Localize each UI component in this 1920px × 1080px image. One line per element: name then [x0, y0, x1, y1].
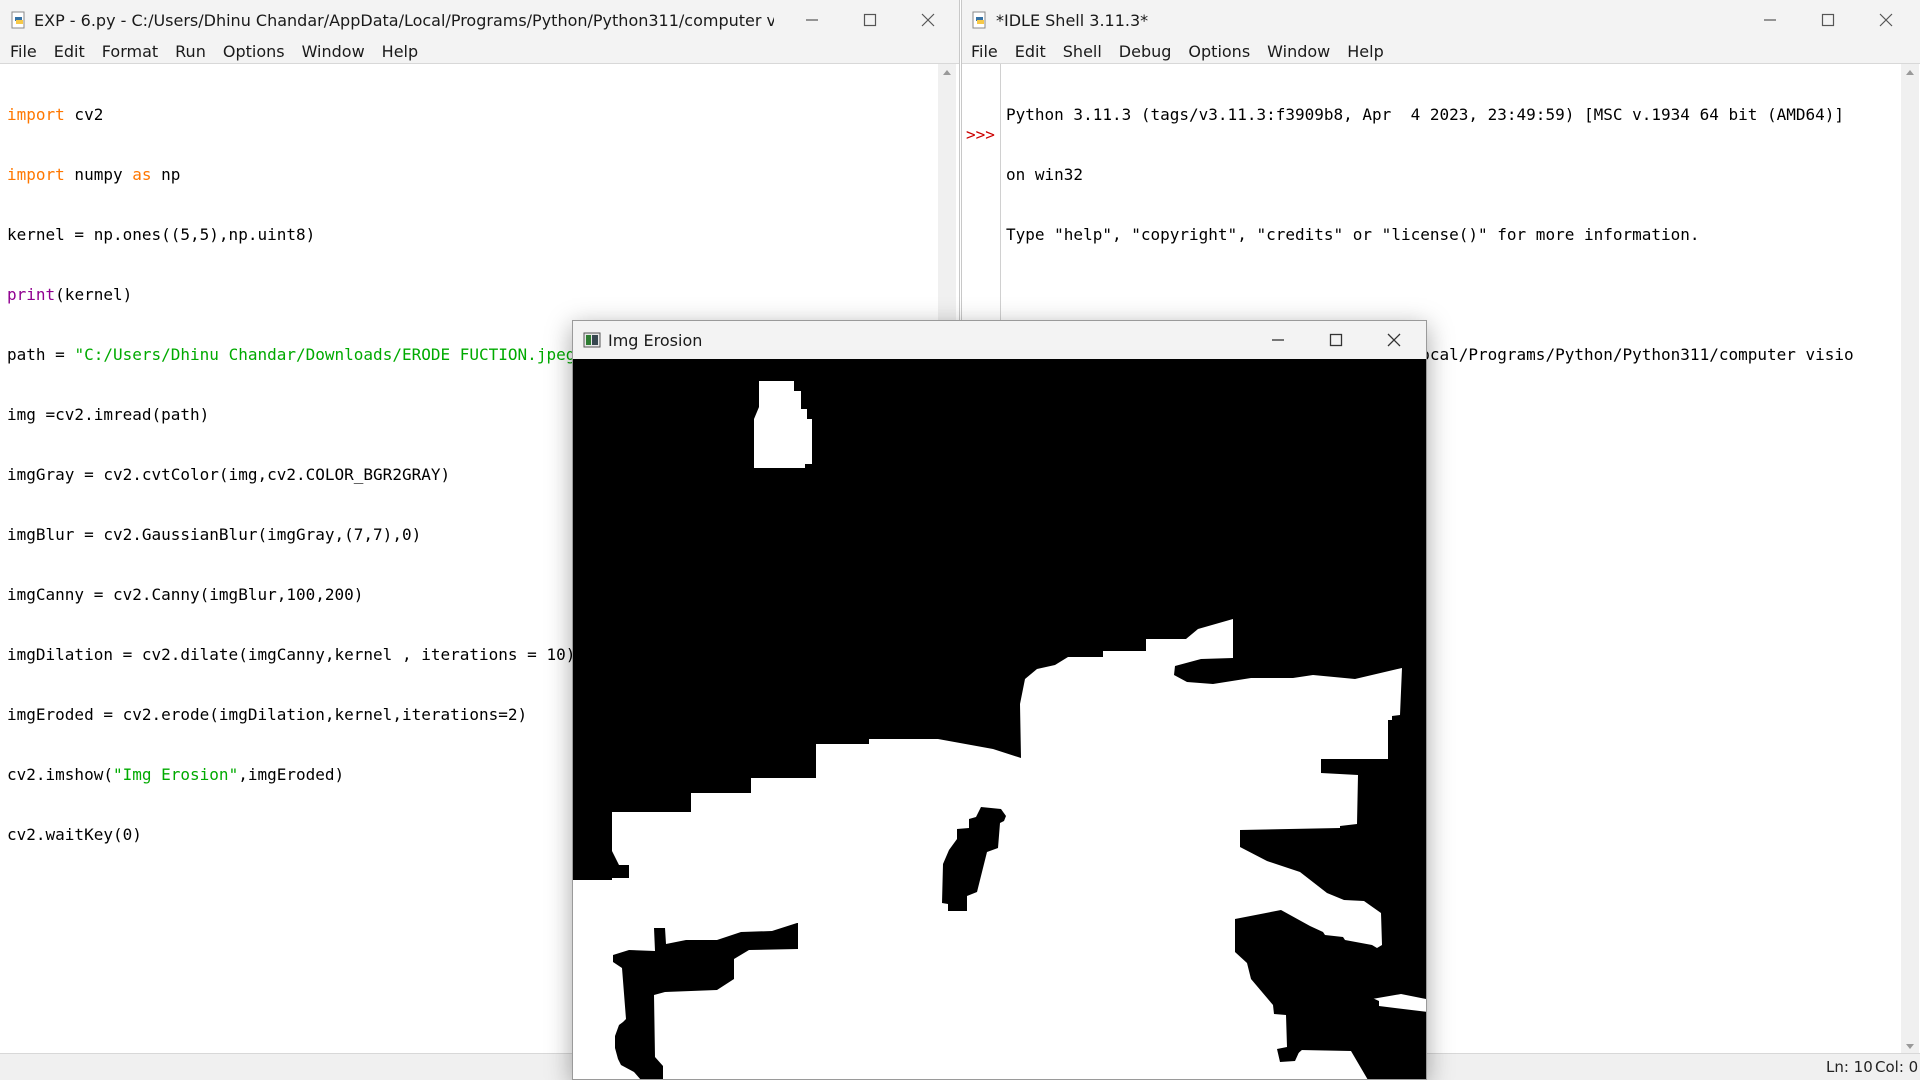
shell-title: *IDLE Shell 3.11.3*: [996, 11, 1149, 30]
scroll-down-icon[interactable]: [1901, 1040, 1919, 1054]
editor-title: EXP - 6.py - C:/Users/Dhinu Chandar/AppD…: [34, 11, 774, 30]
menu-format[interactable]: Format: [102, 40, 158, 63]
code-line: import cv2: [7, 105, 104, 124]
scroll-up-icon[interactable]: [938, 65, 956, 79]
code-line: imgDilation = cv2.dilate(imgCanny,kernel…: [7, 645, 576, 664]
editor-code-area[interactable]: import cv2 import numpy as np kernel = n…: [7, 65, 585, 885]
code-line: imgEroded = cv2.erode(imgDilation,kernel…: [7, 705, 528, 724]
image-window-title: Img Erosion: [608, 331, 703, 350]
editor-menubar: File Edit Format Run Options Window Help: [0, 40, 959, 64]
maximize-button[interactable]: [1307, 321, 1365, 359]
shell-titlebar[interactable]: *IDLE Shell 3.11.3*: [962, 0, 1920, 40]
close-icon: [1879, 13, 1893, 27]
code-line: imgCanny = cv2.Canny(imgBlur,100,200): [7, 585, 364, 604]
menu-help[interactable]: Help: [382, 40, 418, 63]
close-button[interactable]: [1857, 0, 1915, 40]
shell-line: on win32: [1006, 165, 1084, 184]
maximize-icon: [863, 13, 877, 27]
shell-scrollbar[interactable]: [1901, 64, 1919, 1054]
minimize-button[interactable]: [1741, 0, 1799, 40]
minimize-button[interactable]: [783, 0, 841, 40]
maximize-icon: [1821, 13, 1835, 27]
python-shell-icon: [971, 11, 989, 33]
code-line: cv2.waitKey(0): [7, 825, 142, 844]
shell-line: Python 3.11.3 (tags/v3.11.3:f3909b8, Apr…: [1006, 105, 1845, 124]
status-line-number: Ln: 10: [1826, 1058, 1873, 1076]
menu-shell[interactable]: Shell: [1063, 40, 1102, 63]
menu-options[interactable]: Options: [1188, 40, 1250, 63]
close-button[interactable]: [899, 0, 957, 40]
maximize-icon: [1329, 333, 1343, 347]
code-line: imgBlur = cv2.GaussianBlur(imgGray,(7,7)…: [7, 525, 422, 544]
maximize-button[interactable]: [841, 0, 899, 40]
menu-run[interactable]: Run: [175, 40, 206, 63]
menu-help[interactable]: Help: [1347, 40, 1383, 63]
minimize-icon: [806, 19, 818, 21]
code-line: img =cv2.imread(path): [7, 405, 210, 424]
menu-window[interactable]: Window: [302, 40, 365, 63]
status-column-number: Col: 0: [1875, 1058, 1919, 1076]
scroll-up-icon[interactable]: [1901, 65, 1919, 79]
code-line: import numpy as np: [7, 165, 181, 184]
minimize-icon: [1764, 19, 1776, 21]
close-icon: [921, 13, 935, 27]
minimize-button[interactable]: [1249, 321, 1307, 359]
menu-debug[interactable]: Debug: [1119, 40, 1172, 63]
menu-edit[interactable]: Edit: [1015, 40, 1046, 63]
close-button[interactable]: [1365, 321, 1423, 359]
code-line: kernel = np.ones((5,5),np.uint8): [7, 225, 316, 244]
code-line: path = "C:/Users/Dhinu Chandar/Downloads…: [7, 345, 585, 364]
python-file-icon: [10, 11, 28, 33]
code-line: print(kernel): [7, 285, 133, 304]
editor-titlebar[interactable]: EXP - 6.py - C:/Users/Dhinu Chandar/AppD…: [0, 0, 959, 40]
menu-options[interactable]: Options: [223, 40, 285, 63]
menu-file[interactable]: File: [971, 40, 998, 63]
menu-window[interactable]: Window: [1267, 40, 1330, 63]
code-line: cv2.imshow("Img Erosion",imgEroded): [7, 765, 345, 784]
shell-line: Type "help", "copyright", "credits" or "…: [1006, 225, 1700, 244]
eroded-image: [573, 359, 1426, 1079]
menu-file[interactable]: File: [10, 40, 37, 63]
shell-prompt: >>>: [966, 125, 995, 144]
shell-menubar: File Edit Shell Debug Options Window Hel…: [962, 40, 1920, 64]
minimize-icon: [1272, 339, 1284, 341]
close-icon: [1387, 333, 1401, 347]
image-window-icon: [583, 332, 601, 352]
image-window: Img Erosion: [572, 320, 1427, 1080]
menu-edit[interactable]: Edit: [54, 40, 85, 63]
image-window-titlebar[interactable]: Img Erosion: [573, 321, 1426, 359]
code-line: imgGray = cv2.cvtColor(img,cv2.COLOR_BGR…: [7, 465, 451, 484]
maximize-button[interactable]: [1799, 0, 1857, 40]
